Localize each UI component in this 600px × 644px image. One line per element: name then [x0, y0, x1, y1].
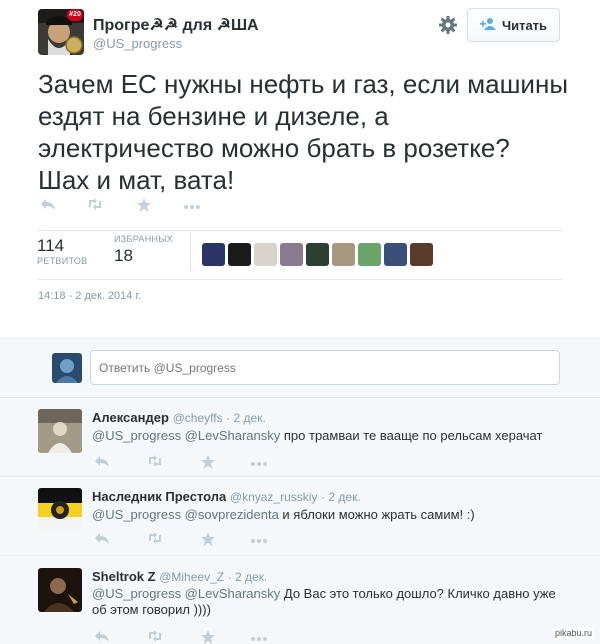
favorite-icon[interactable]	[200, 531, 216, 552]
reply-text: @US_progress @sovprezidenta и яблоки мож…	[92, 507, 562, 523]
author-handle[interactable]: @US_progress	[93, 36, 182, 51]
current-user-avatar	[52, 353, 82, 383]
reply-author-handle[interactable]: @Miheev_Z	[159, 570, 224, 584]
reply-date[interactable]: · 2 дек.	[226, 411, 266, 425]
favorites-label: ИЗБРАННЫХ	[114, 234, 173, 244]
reply-icon[interactable]	[40, 197, 56, 211]
avatar[interactable]	[38, 488, 82, 532]
retweets-label: РЕТВИТОВ	[37, 256, 88, 266]
favoriter-avatar[interactable]	[410, 243, 433, 266]
reply-icon[interactable]	[94, 629, 110, 644]
more-icon[interactable]	[250, 531, 268, 549]
reply-text: @US_progress @LevSharansky До Вас это то…	[92, 586, 562, 618]
divider	[38, 230, 562, 231]
reply-icon[interactable]	[94, 531, 110, 550]
reply-text: @US_progress @LevSharansky про трамваи т…	[92, 428, 562, 444]
favorites-count: 18	[114, 246, 133, 265]
retweet-icon[interactable]	[146, 454, 164, 473]
favorite-icon[interactable]	[200, 629, 216, 644]
reply-date[interactable]: · 2 дек.	[321, 490, 361, 504]
reply-date[interactable]: · 2 дек.	[228, 570, 268, 584]
reply-input[interactable]	[90, 350, 560, 385]
reply-author-handle[interactable]: @cheyffs	[173, 411, 223, 425]
reply-author-handle[interactable]: @knyaz_russkiy	[230, 490, 318, 504]
reply-header: Александер @cheyffs · 2 дек.	[92, 410, 266, 425]
reply-icon[interactable]	[94, 454, 110, 473]
retweets-stat[interactable]: 114 РЕТВИТОВ	[37, 236, 87, 266]
list-item[interactable]: Александер @cheyffs · 2 дек. @US_progres…	[0, 399, 600, 477]
list-item[interactable]: Sheltrok Z @Miheev_Z · 2 дек. @US_progre…	[0, 557, 600, 644]
follow-button[interactable]: Читать	[467, 8, 560, 42]
favoriter-avatar[interactable]	[280, 243, 303, 266]
favoriter-avatar[interactable]	[228, 243, 251, 266]
avatar[interactable]	[38, 409, 82, 453]
gear-icon[interactable]	[437, 14, 459, 36]
reply-box	[0, 338, 600, 398]
retweet-icon[interactable]	[146, 531, 164, 550]
favoriter-avatar[interactable]	[202, 243, 225, 266]
retweet-icon[interactable]	[86, 197, 102, 211]
tweet-timestamp[interactable]: 14:18 - 2 дек. 2014 г.	[38, 290, 141, 302]
more-icon[interactable]	[183, 197, 200, 211]
favoriter-avatar[interactable]	[306, 243, 329, 266]
follow-button-label: Читать	[501, 17, 548, 33]
favoriter-avatar[interactable]	[358, 243, 381, 266]
favoriters-list	[202, 243, 433, 266]
retweet-icon[interactable]	[146, 629, 164, 644]
main-tweet: #20 Прогре☭☭ для ☭ША @US_progress Читать…	[0, 0, 600, 338]
add-user-icon	[479, 17, 496, 34]
tweet-text: Зачем ЕС нужны нефть и газ, если машины …	[38, 69, 569, 195]
avatar[interactable]	[38, 568, 82, 612]
reply-body: про трамваи те вааще по рельсам херачат	[280, 428, 543, 443]
retweets-count: 114	[37, 236, 65, 255]
reply-author-name[interactable]: Sheltrok Z	[92, 569, 156, 584]
avatar-badge: #20	[67, 9, 83, 21]
more-icon[interactable]	[250, 454, 268, 472]
reply-author-name[interactable]: Наследник Престола	[92, 489, 226, 504]
list-item[interactable]: Наследник Престола @knyaz_russkiy · 2 де…	[0, 478, 600, 556]
reply-mentions[interactable]: @US_progress @sovprezidenta	[92, 507, 279, 522]
stats-separator	[190, 232, 191, 272]
favorite-icon[interactable]	[136, 197, 152, 212]
reply-author-name[interactable]: Александер	[92, 410, 169, 425]
more-icon[interactable]	[250, 629, 268, 644]
reply-mentions[interactable]: @US_progress @LevSharansky	[92, 586, 280, 601]
divider	[38, 279, 562, 280]
favoriter-avatar[interactable]	[384, 243, 407, 266]
favorites-stat[interactable]: ИЗБРАННЫХ 18	[114, 234, 173, 266]
author-name[interactable]: Прогре☭☭ для ☭ША	[93, 15, 259, 35]
reply-body: и яблоки можно жрать самим! :)	[278, 507, 475, 522]
reply-header: Наследник Престола @knyaz_russkiy · 2 де…	[92, 489, 361, 504]
favoriter-avatar[interactable]	[254, 243, 277, 266]
reply-mentions[interactable]: @US_progress @LevSharansky	[92, 428, 280, 443]
reply-header: Sheltrok Z @Miheev_Z · 2 дек.	[92, 569, 267, 584]
favoriter-avatar[interactable]	[332, 243, 355, 266]
watermark: pikabu.ru	[553, 627, 595, 639]
favorite-icon[interactable]	[200, 454, 216, 475]
